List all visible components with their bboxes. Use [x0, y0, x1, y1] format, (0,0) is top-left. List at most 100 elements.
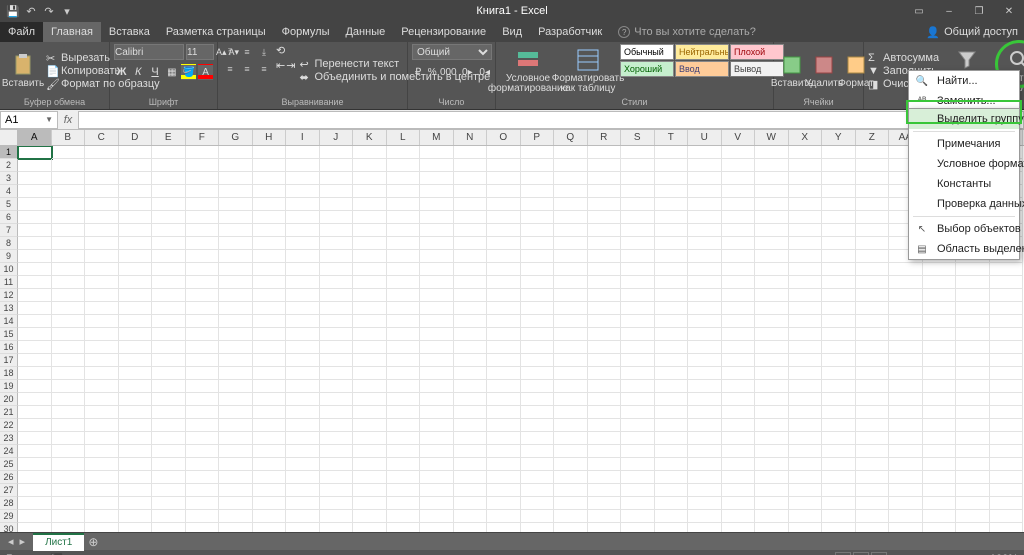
cell[interactable] [655, 354, 689, 367]
cell[interactable] [119, 406, 153, 419]
border-button[interactable]: ▦ [164, 64, 179, 80]
cell[interactable] [554, 497, 588, 510]
cell[interactable] [688, 211, 722, 224]
cell[interactable] [487, 289, 521, 302]
cell[interactable] [320, 211, 354, 224]
row-header-4[interactable]: 4 [0, 185, 18, 198]
cell[interactable] [688, 185, 722, 198]
cell[interactable] [755, 497, 789, 510]
cell[interactable] [85, 406, 119, 419]
cell[interactable] [856, 458, 890, 471]
col-header-O[interactable]: O [487, 130, 521, 145]
cell[interactable] [119, 458, 153, 471]
cell[interactable] [856, 523, 890, 532]
cell[interactable] [353, 406, 387, 419]
cell[interactable] [52, 211, 86, 224]
cell[interactable] [688, 250, 722, 263]
cell[interactable] [990, 380, 1024, 393]
cell[interactable] [554, 237, 588, 250]
cell[interactable] [18, 406, 52, 419]
cell[interactable] [420, 224, 454, 237]
cell[interactable] [152, 354, 186, 367]
cell[interactable] [320, 393, 354, 406]
cell[interactable] [353, 445, 387, 458]
cell[interactable] [588, 289, 622, 302]
row-header-3[interactable]: 3 [0, 172, 18, 185]
cell[interactable] [789, 510, 823, 523]
cell[interactable] [521, 172, 555, 185]
cell[interactable] [119, 341, 153, 354]
cell[interactable] [18, 211, 52, 224]
cell[interactable] [554, 445, 588, 458]
cell[interactable] [554, 354, 588, 367]
cell[interactable] [521, 302, 555, 315]
cell[interactable] [923, 458, 957, 471]
cell[interactable] [655, 289, 689, 302]
cell[interactable] [521, 185, 555, 198]
cell[interactable] [420, 458, 454, 471]
cell[interactable] [52, 484, 86, 497]
cell[interactable] [990, 302, 1024, 315]
cell[interactable] [186, 432, 220, 445]
cell[interactable] [420, 484, 454, 497]
cell[interactable] [621, 172, 655, 185]
row-header-1[interactable]: 1 [0, 146, 18, 159]
cell[interactable] [554, 263, 588, 276]
name-box[interactable]: A1▼ [0, 111, 58, 129]
cell[interactable] [588, 471, 622, 484]
cell[interactable] [621, 224, 655, 237]
cell[interactable] [789, 302, 823, 315]
cell[interactable] [521, 458, 555, 471]
cell[interactable] [755, 224, 789, 237]
cell[interactable] [219, 484, 253, 497]
cell[interactable] [353, 484, 387, 497]
cell[interactable] [353, 315, 387, 328]
cell[interactable] [286, 510, 320, 523]
cell[interactable] [923, 315, 957, 328]
cell[interactable] [554, 471, 588, 484]
cell[interactable] [186, 328, 220, 341]
cell[interactable] [186, 393, 220, 406]
cell[interactable] [119, 315, 153, 328]
cell[interactable] [186, 497, 220, 510]
cell[interactable] [219, 315, 253, 328]
cell[interactable] [722, 185, 756, 198]
cell[interactable] [420, 341, 454, 354]
cell[interactable] [52, 445, 86, 458]
tab-developer[interactable]: Разработчик [530, 22, 610, 42]
cell[interactable] [420, 289, 454, 302]
add-sheet-button[interactable]: ⊕ [84, 535, 102, 549]
cell[interactable] [487, 263, 521, 276]
cell[interactable] [320, 471, 354, 484]
cell[interactable] [152, 198, 186, 211]
cell[interactable] [286, 328, 320, 341]
cell[interactable] [186, 380, 220, 393]
cell[interactable] [856, 185, 890, 198]
cell[interactable] [889, 484, 923, 497]
cell[interactable] [655, 458, 689, 471]
cell[interactable] [487, 172, 521, 185]
cell[interactable] [722, 458, 756, 471]
col-header-W[interactable]: W [755, 130, 789, 145]
cell[interactable] [152, 419, 186, 432]
cell[interactable] [387, 458, 421, 471]
cell[interactable] [822, 289, 856, 302]
cell-styles-gallery[interactable]: Обычный Нейтральный Плохой Хороший Ввод … [620, 44, 784, 97]
cell[interactable] [420, 432, 454, 445]
cell[interactable] [789, 380, 823, 393]
cell[interactable] [822, 276, 856, 289]
cell[interactable] [655, 471, 689, 484]
cell[interactable] [85, 393, 119, 406]
cell[interactable] [856, 328, 890, 341]
cell[interactable] [923, 276, 957, 289]
cell[interactable] [353, 367, 387, 380]
cell[interactable] [253, 315, 287, 328]
cell[interactable] [119, 276, 153, 289]
cell[interactable] [152, 445, 186, 458]
cell[interactable] [353, 237, 387, 250]
cell[interactable] [822, 393, 856, 406]
cell[interactable] [219, 471, 253, 484]
cell[interactable] [85, 250, 119, 263]
cell[interactable] [85, 185, 119, 198]
align-top-icon[interactable]: ⤒ [222, 44, 238, 60]
